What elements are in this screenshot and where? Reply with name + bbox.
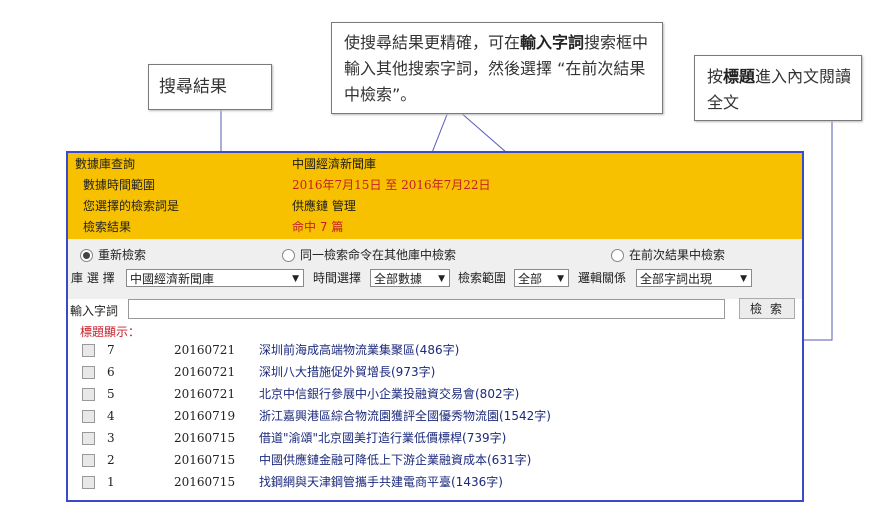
callout-title: 按標題進入內文閱讀全文	[694, 55, 862, 121]
results-list: 標題顯示： 7 20160721 深圳前海成高端物流業集聚區(486字) 6 2…	[68, 323, 802, 499]
item-title-link[interactable]: 北京中信銀行參展中小企業投融資交易會(802字)	[259, 383, 519, 405]
item-number: 2	[107, 453, 115, 467]
callout-refine-text-b: 輸入字詞	[520, 33, 585, 52]
item-date: 20160721	[174, 365, 236, 379]
item-number: 4	[107, 409, 115, 423]
chevron-down-icon: ▼	[740, 274, 747, 284]
item-number: 1	[107, 475, 115, 489]
search-options-panel: 重新檢索 同一檢索命令在其他庫中檢索 在前次結果中檢索 庫 選 擇 中國經濟新聞…	[68, 239, 802, 299]
item-checkbox[interactable]	[82, 432, 95, 445]
lib-label: 庫 選 擇	[71, 271, 115, 285]
logic-label: 邏輯關係	[578, 271, 627, 285]
item-date: 20160715	[174, 431, 236, 445]
item-checkbox[interactable]	[82, 344, 95, 357]
item-title-link[interactable]: 深圳八大措施促外貿增長(973字)	[259, 361, 435, 383]
result-suffix: 篇	[331, 220, 344, 234]
radio-dot[interactable]	[282, 248, 295, 262]
scope-select[interactable]: 全部 ▼	[514, 269, 569, 287]
item-title-link[interactable]: 中國供應鏈金融可降低上下游企業融資成本(631字)	[259, 449, 531, 471]
item-number: 5	[107, 387, 115, 401]
item-checkbox[interactable]	[82, 410, 95, 423]
list-item: 2 20160715 中國供應鏈金融可降低上下游企業融資成本(631字)	[68, 449, 802, 471]
db-value: 中國經濟新聞庫	[292, 157, 377, 171]
radio-dot-selected[interactable]	[80, 248, 93, 262]
item-title-link[interactable]: 浙江嘉興港區綜合物流園獲評全國優秀物流園(1542字)	[259, 405, 551, 427]
term-value: 供應鏈 管理	[292, 199, 356, 213]
callout-refine-text-a: 使搜尋結果更精確，可在	[344, 33, 521, 52]
list-item: 3 20160715 借道"渝頌"北京國美打造行業低價標桿(739字)	[68, 427, 802, 449]
result-count: 7	[319, 220, 328, 234]
item-checkbox[interactable]	[82, 366, 95, 379]
radio-other-db[interactable]: 同一檢索命令在其他庫中檢索	[282, 247, 456, 263]
list-item: 1 20160715 找鋼網與天津鋼管攜手共建電商平臺(1436字)	[68, 471, 802, 493]
chevron-down-icon: ▼	[292, 274, 299, 284]
item-date: 20160719	[174, 409, 236, 423]
callout-results: 搜尋結果	[148, 64, 272, 110]
item-date: 20160715	[174, 475, 236, 489]
callout-title-text-b: 標題	[723, 67, 756, 86]
logic-select[interactable]: 全部字詞出現 ▼	[636, 269, 752, 287]
db-label: 數據庫查詢	[75, 157, 136, 171]
item-number: 3	[107, 431, 115, 445]
range-value: 2016年7月15日 至 2016年7月22日	[292, 178, 491, 192]
chevron-down-icon: ▼	[438, 274, 445, 284]
result-value: 命中 7 篇	[292, 217, 343, 237]
item-date: 20160715	[174, 453, 236, 467]
time-select[interactable]: 全部數據 ▼	[370, 269, 450, 287]
radio-new-search[interactable]: 重新檢索	[80, 247, 146, 263]
query-info-panel: 數據庫查詢 中國經濟新聞庫 數據時間範圍 2016年7月15日 至 2016年7…	[68, 153, 802, 239]
term-label: 您選擇的檢索詞是	[83, 199, 180, 213]
item-checkbox[interactable]	[82, 454, 95, 467]
radio-prev-results[interactable]: 在前次結果中檢索	[611, 247, 725, 263]
scope-label: 檢索範圍	[458, 271, 507, 285]
result-prefix: 命中	[292, 220, 317, 234]
list-header: 標題顯示：	[80, 325, 141, 339]
scope-select-value: 全部	[518, 272, 543, 286]
item-number: 7	[107, 343, 115, 357]
search-app-panel: 數據庫查詢 中國經濟新聞庫 數據時間範圍 2016年7月15日 至 2016年7…	[66, 151, 804, 502]
radio-dot[interactable]	[611, 248, 624, 262]
list-item: 6 20160721 深圳八大措施促外貿增長(973字)	[68, 361, 802, 383]
radio-other-db-label: 同一檢索命令在其他庫中檢索	[300, 248, 457, 262]
keyword-input[interactable]	[128, 299, 725, 319]
item-title-link[interactable]: 深圳前海成高端物流業集聚區(486字)	[259, 339, 459, 361]
time-label: 時間選擇	[313, 271, 362, 285]
radio-prev-results-label: 在前次結果中檢索	[629, 248, 726, 262]
callout-results-text: 搜尋結果	[159, 77, 227, 97]
lib-select[interactable]: 中國經濟新聞庫 ▼	[126, 269, 304, 287]
list-item: 5 20160721 北京中信銀行參展中小企業投融資交易會(802字)	[68, 383, 802, 405]
keyword-row: 輸入字詞 檢索	[68, 298, 802, 323]
result-label: 檢索結果	[83, 220, 132, 234]
time-select-value: 全部數據	[374, 272, 423, 286]
lib-select-value: 中國經濟新聞庫	[130, 272, 215, 286]
item-checkbox[interactable]	[82, 388, 95, 401]
radio-new-search-label: 重新檢索	[98, 248, 147, 262]
item-title-link[interactable]: 借道"渝頌"北京國美打造行業低價標桿(739字)	[259, 427, 506, 449]
item-number: 6	[107, 365, 115, 379]
range-label: 數據時間範圍	[83, 178, 156, 192]
chevron-down-icon: ▼	[557, 274, 564, 284]
list-item: 7 20160721 深圳前海成高端物流業集聚區(486字)	[68, 339, 802, 361]
search-button[interactable]: 檢索	[739, 298, 795, 319]
item-title-link[interactable]: 找鋼網與天津鋼管攜手共建電商平臺(1436字)	[259, 471, 503, 493]
list-item: 4 20160719 浙江嘉興港區綜合物流園獲評全國優秀物流園(1542字)	[68, 405, 802, 427]
item-date: 20160721	[174, 343, 236, 357]
keyword-label: 輸入字詞	[70, 304, 119, 318]
logic-select-value: 全部字詞出現	[640, 272, 713, 286]
callout-title-text-a: 按	[707, 67, 724, 86]
item-checkbox[interactable]	[82, 476, 95, 489]
item-date: 20160721	[174, 387, 236, 401]
callout-refine: 使搜尋結果更精確，可在輸入字詞搜索框中輸入其他搜索字詞，然後選擇 “在前次結果中…	[331, 22, 663, 114]
